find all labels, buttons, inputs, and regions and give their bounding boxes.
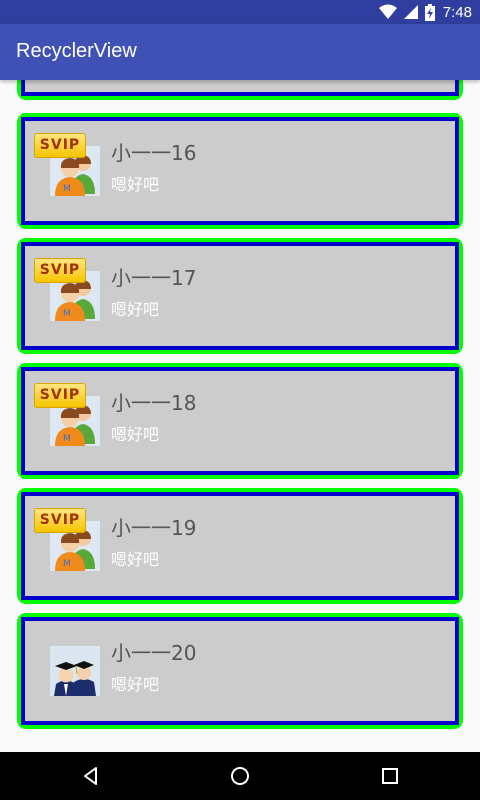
list-item[interactable]: M SVIP 小一一18 嗯好吧 <box>17 363 463 479</box>
item-name: 小一一20 <box>111 641 197 665</box>
svip-badge: SVIP <box>34 258 86 283</box>
wifi-icon <box>378 4 397 19</box>
recents-icon[interactable] <box>378 764 402 788</box>
battery-icon <box>424 3 435 21</box>
svip-badge: SVIP <box>34 508 86 533</box>
card-inner: 小一一20 嗯好吧 <box>21 617 459 725</box>
card-inner <box>21 80 459 96</box>
item-message: 嗯好吧 <box>111 675 160 694</box>
item-message: 嗯好吧 <box>111 300 160 319</box>
svip-badge: SVIP <box>34 133 86 158</box>
status-icons: 7:48 <box>378 2 472 22</box>
svip-badge: SVIP <box>34 383 86 408</box>
item-message: 嗯好吧 <box>111 550 160 569</box>
item-name: 小一一19 <box>111 516 197 540</box>
status-time: 7:48 <box>442 3 472 21</box>
item-name: 小一一17 <box>111 266 197 290</box>
item-message: 嗯好吧 <box>111 425 160 444</box>
card-inner: M SVIP 小一一18 嗯好吧 <box>21 367 459 475</box>
svg-text:M: M <box>63 309 71 319</box>
list-item-partial[interactable] <box>17 80 463 100</box>
item-name: 小一一18 <box>111 391 197 415</box>
list-item[interactable]: 小一一20 嗯好吧 <box>17 613 463 729</box>
recycler-list[interactable]: M SVIP 小一一16 嗯好吧 M SVIP 小一一17 嗯好吧 M SVIP… <box>0 80 480 752</box>
list-item[interactable]: M SVIP 小一一16 嗯好吧 <box>17 113 463 229</box>
app-bar: RecyclerView <box>0 24 480 80</box>
status-bar: 7:48 <box>0 0 480 24</box>
cell-signal-icon <box>403 5 418 19</box>
item-message: 嗯好吧 <box>111 175 160 194</box>
navigation-bar <box>0 752 480 800</box>
graduates-icon <box>50 646 100 696</box>
item-name: 小一一16 <box>111 141 197 165</box>
card-inner: M SVIP 小一一19 嗯好吧 <box>21 492 459 600</box>
card-inner: M SVIP 小一一16 嗯好吧 <box>21 117 459 225</box>
svg-text:M: M <box>63 184 71 194</box>
list-item[interactable]: M SVIP 小一一19 嗯好吧 <box>17 488 463 604</box>
card-inner: M SVIP 小一一17 嗯好吧 <box>21 242 459 350</box>
list-item[interactable]: M SVIP 小一一17 嗯好吧 <box>17 238 463 354</box>
svg-text:M: M <box>63 434 71 444</box>
back-icon[interactable] <box>79 764 103 788</box>
app-title: RecyclerView <box>16 40 137 62</box>
home-icon[interactable] <box>228 764 252 788</box>
svg-text:M: M <box>63 559 71 569</box>
